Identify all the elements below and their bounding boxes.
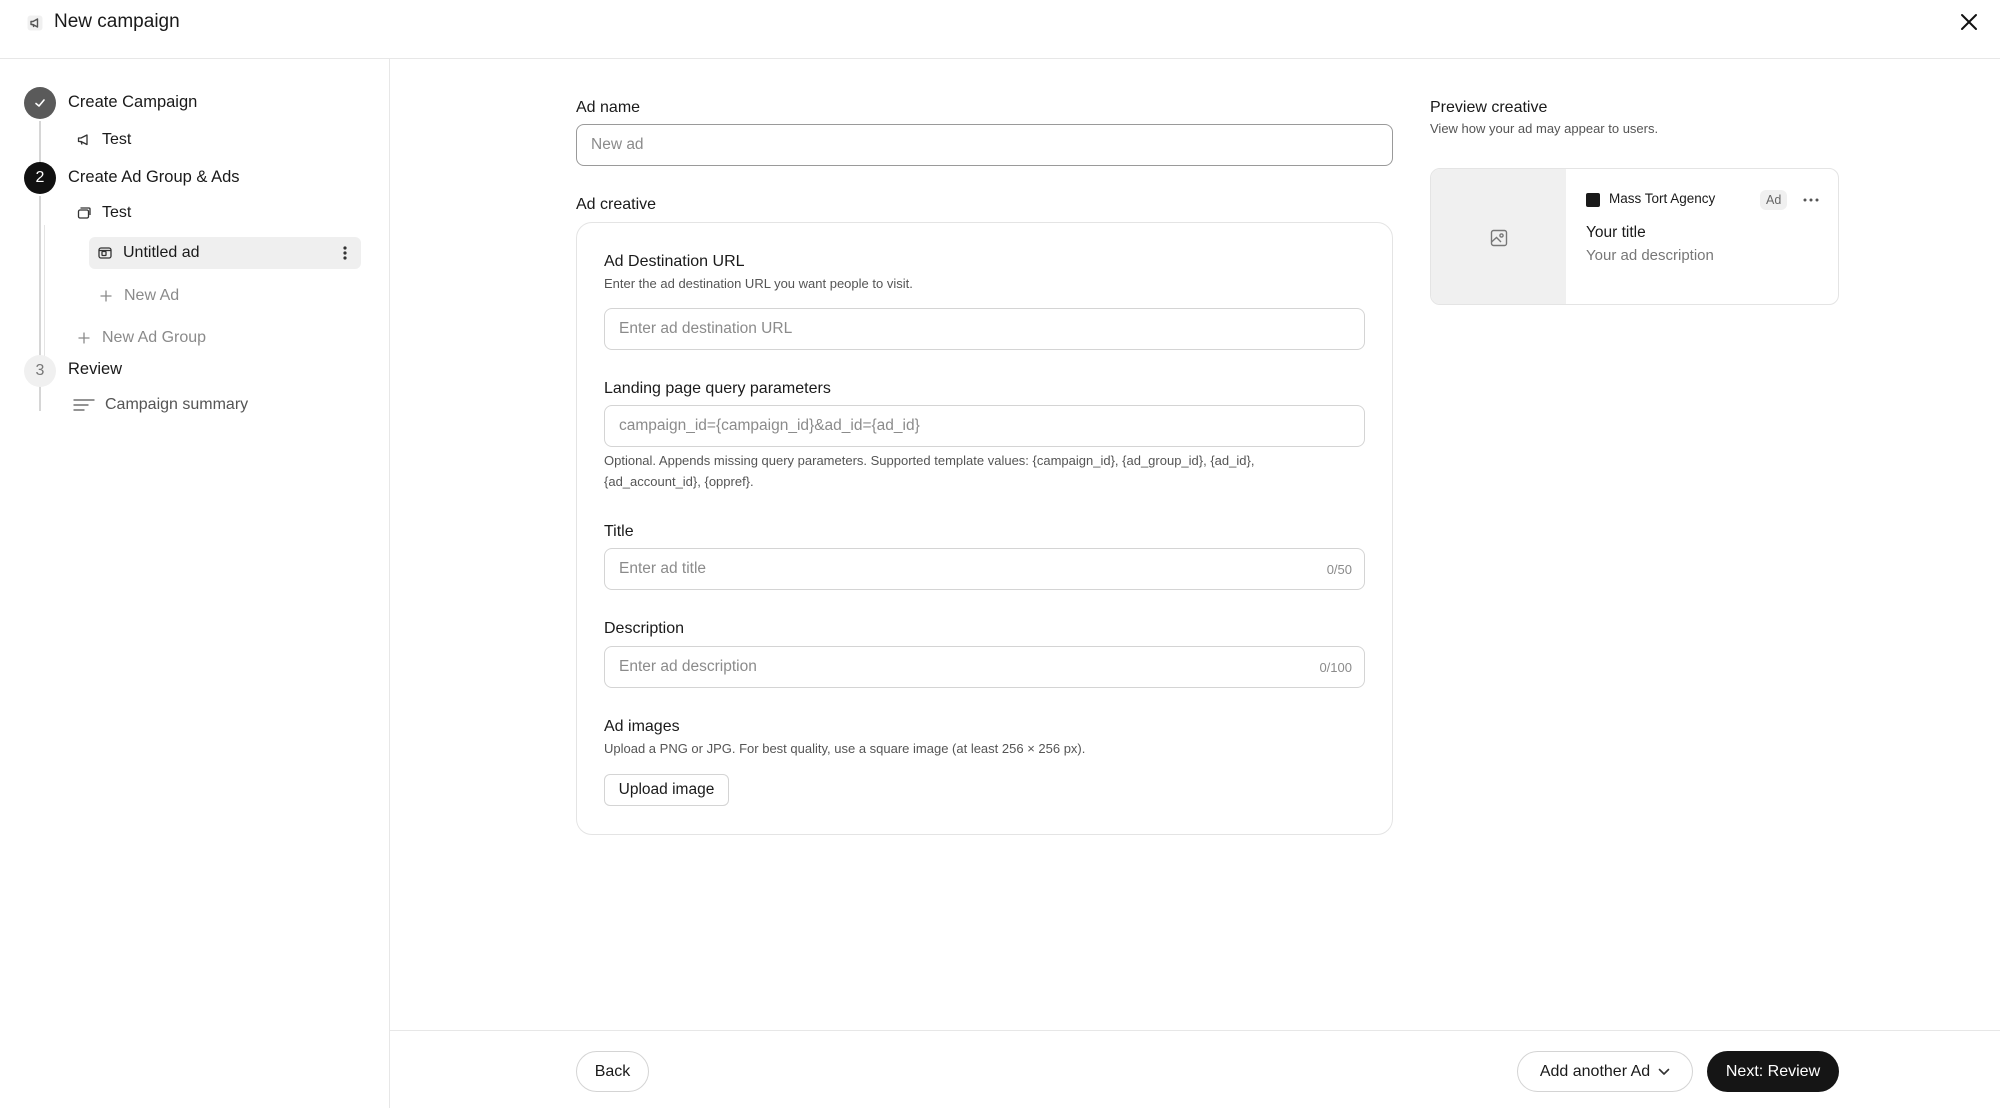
preview-brand-name: Mass Tort Agency — [1609, 191, 1716, 206]
title-placeholder: Enter ad title — [619, 560, 707, 577]
destination-url-input[interactable]: Enter ad destination URL — [604, 308, 1365, 350]
description-placeholder: Enter ad description — [619, 658, 757, 675]
sidebar-item-label: Test — [102, 131, 132, 148]
more-vertical-icon[interactable] — [337, 243, 353, 263]
destination-url-label: Ad Destination URL — [604, 253, 745, 270]
ad-group-connector — [44, 225, 45, 365]
step-create-ad-group[interactable]: Create Ad Group & Ads — [68, 167, 240, 187]
back-button[interactable]: Back — [576, 1051, 649, 1092]
preview-title: Your title — [1586, 224, 1646, 241]
step-create-campaign[interactable]: Create Campaign — [68, 92, 197, 112]
new-ad-group-label: New Ad Group — [102, 329, 207, 346]
description-label: Description — [604, 620, 685, 637]
ad-images-label: Ad images — [604, 718, 680, 735]
upload-image-button[interactable]: Upload image — [604, 774, 729, 806]
sidebar-item-untitled-ad[interactable]: Untitled ad — [89, 237, 361, 269]
ad-creative-label: Ad creative — [576, 196, 657, 213]
plus-icon — [98, 288, 114, 304]
new-ad-button[interactable]: New Ad — [98, 286, 179, 306]
sidebar-item-ad-group-test[interactable]: Test — [76, 203, 131, 223]
destination-url-help: Enter the ad destination URL you want pe… — [604, 276, 913, 291]
ad-icon — [97, 245, 113, 261]
query-params-help-line1: Optional. Appends missing query paramete… — [604, 453, 1255, 468]
preview-heading: Preview creative — [1430, 99, 1548, 116]
step-2-indicator: 2 — [24, 162, 56, 194]
chevron-down-icon — [1658, 1068, 1670, 1075]
ad-name-placeholder: New ad — [591, 136, 644, 153]
destination-url-placeholder: Enter ad destination URL — [619, 320, 793, 337]
brand-logo — [1586, 193, 1600, 207]
layers-icon — [76, 205, 92, 221]
page-title: New campaign — [54, 11, 180, 32]
title-char-counter: 0/50 — [1326, 561, 1352, 577]
step-number: 3 — [35, 362, 45, 379]
query-params-help-line2: {ad_account_id}, {oppref}. — [604, 474, 754, 489]
preview-subheading: View how your ad may appear to users. — [1430, 121, 1659, 136]
more-horizontal-icon[interactable] — [1801, 191, 1821, 209]
next-review-button[interactable]: Next: Review — [1707, 1051, 1839, 1092]
add-another-ad-button[interactable]: Add another Ad — [1517, 1051, 1693, 1092]
megaphone-icon — [76, 132, 92, 148]
top-bar: New campaign — [0, 0, 2000, 59]
ad-images-help: Upload a PNG or JPG. For best quality, u… — [604, 741, 1086, 756]
description-input[interactable]: Enter ad description 0/100 — [604, 646, 1365, 688]
query-params-label: Landing page query parameters — [604, 380, 831, 397]
title-label: Title — [604, 523, 634, 540]
step-review[interactable]: Review — [68, 359, 122, 379]
sidebar-item-campaign-summary[interactable]: Campaign summary — [73, 395, 248, 415]
step-connector — [39, 121, 41, 163]
ad-row-content: Untitled ad — [97, 243, 200, 263]
query-params-placeholder: campaign_id={campaign_id}&ad_id={ad_id} — [619, 417, 920, 434]
sidebar-item-campaign-test[interactable]: Test — [76, 130, 131, 150]
image-placeholder-icon — [1490, 229, 1507, 246]
sidebar-item-label: Campaign summary — [105, 396, 249, 413]
ad-preview-card: Mass Tort Agency Ad Your title Your ad d… — [1430, 168, 1839, 305]
ad-name-input[interactable]: New ad — [576, 124, 1393, 166]
sidebar-item-label: Test — [102, 204, 132, 221]
check-icon — [35, 99, 45, 107]
steps-sidebar: Create Campaign Test 2 Create Ad Group &… — [0, 59, 390, 1108]
query-params-input[interactable]: campaign_id={campaign_id}&ad_id={ad_id} — [604, 405, 1365, 447]
title-input[interactable]: Enter ad title 0/50 — [604, 548, 1365, 590]
new-ad-group-button[interactable]: New Ad Group — [76, 328, 206, 348]
ad-name-label: Ad name — [576, 99, 641, 116]
close-icon[interactable] — [1956, 9, 1982, 35]
list-icon — [73, 397, 95, 413]
ad-badge: Ad — [1760, 190, 1788, 210]
preview-description: Your ad description — [1586, 247, 1714, 264]
step-1-complete-indicator — [24, 87, 56, 119]
preview-image-area — [1431, 169, 1566, 304]
sidebar-item-label: Untitled ad — [123, 244, 200, 261]
step-number: 2 — [35, 169, 45, 186]
add-another-ad-label: Add another Ad — [1539, 1062, 1651, 1080]
megaphone-icon — [24, 12, 46, 34]
description-char-counter: 0/100 — [1319, 659, 1352, 675]
step-3-indicator: 3 — [24, 355, 56, 387]
new-ad-label: New Ad — [124, 287, 180, 304]
plus-icon — [76, 330, 92, 346]
